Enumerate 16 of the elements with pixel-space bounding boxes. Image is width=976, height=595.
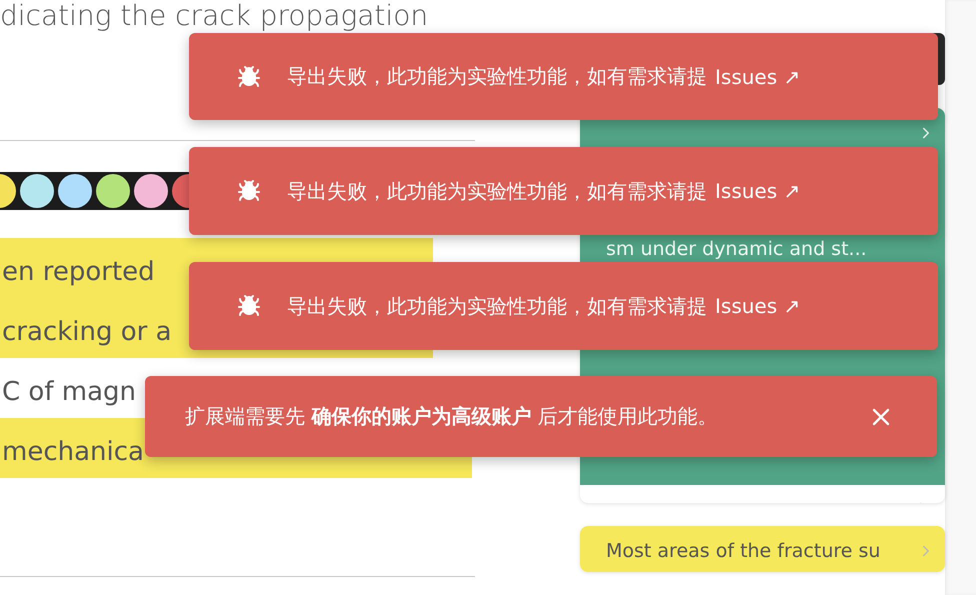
color-swatch[interactable] (134, 174, 168, 208)
annotation-text: Most areas of the fracture su (606, 540, 882, 562)
bug-icon (237, 64, 261, 88)
issues-link[interactable]: Issues ↗ (715, 64, 800, 88)
color-swatch[interactable] (96, 174, 130, 208)
bug-icon (237, 179, 261, 203)
annotation-text: sm under dynamic and st... (606, 238, 868, 260)
heading-text: dicating the crack propagation (0, 0, 428, 32)
color-swatch[interactable] (20, 174, 54, 208)
issues-link[interactable]: Issues ↗ (715, 294, 800, 318)
issues-link[interactable]: Issues ↗ (715, 179, 800, 203)
annotation-card[interactable]: Most areas of the fracture su (580, 526, 945, 572)
toast-message: 导出失败，此功能为实验性功能，如有需求请提 (287, 178, 707, 204)
color-swatch[interactable] (58, 174, 92, 208)
bug-icon (237, 294, 261, 318)
toast-message: 导出失败，此功能为实验性功能，如有需求请提 (287, 63, 707, 90)
